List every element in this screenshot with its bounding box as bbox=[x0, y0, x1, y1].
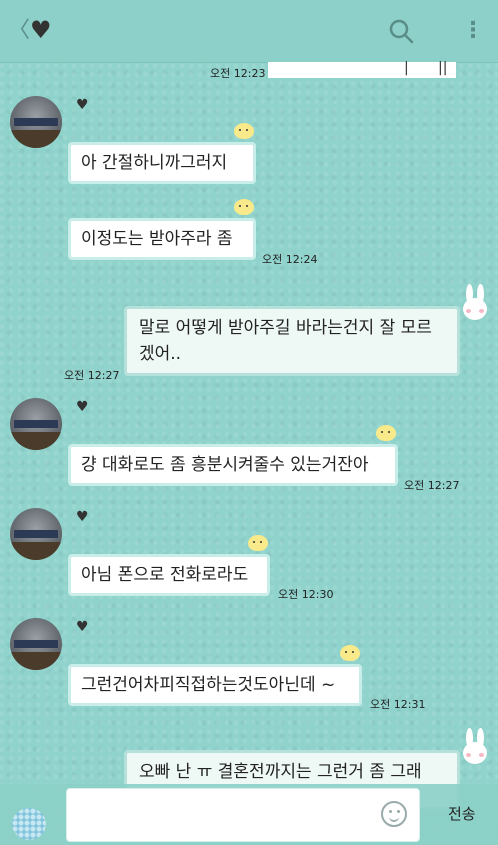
message-text: 말로 어떻게 받아주길 바라는건지 잘 모르겠어.. bbox=[139, 318, 432, 364]
message-text: 아님 폰으로 전화로라도 bbox=[81, 565, 249, 585]
message-time: 오전 12:30 bbox=[278, 588, 334, 601]
chick-sticker-icon bbox=[376, 425, 396, 441]
message-text: 이정도는 받아주라 좀 bbox=[81, 229, 233, 249]
bunny-sticker-icon bbox=[462, 284, 488, 324]
avatar[interactable] bbox=[10, 618, 62, 670]
message-text: 그런건어차피직접하는것도아닌데 ~ bbox=[81, 675, 336, 695]
message-bubble[interactable]: 이정도는 받아주라 좀 bbox=[68, 218, 256, 260]
message-bubble[interactable]: 아님 폰으로 전화로라도 bbox=[68, 554, 270, 596]
avatar[interactable] bbox=[10, 508, 62, 560]
sender-name: ♥ bbox=[76, 509, 89, 525]
chick-sticker-icon bbox=[340, 645, 360, 661]
message-bubble-outgoing[interactable]: 말로 어떻게 받아주길 바라는건지 잘 모르겠어.. bbox=[124, 306, 460, 376]
message-text: 걍 대화로도 좀 흥분시켜줄수 있는거잔아 bbox=[81, 455, 369, 475]
message-time: 오전 12:23 bbox=[210, 67, 266, 80]
sender-name: ♥ bbox=[76, 399, 89, 415]
emoji-icon[interactable] bbox=[381, 801, 407, 827]
message-text: 아 간절하니까그러지 bbox=[81, 153, 228, 173]
send-button[interactable]: 전송 bbox=[448, 803, 476, 824]
message-time: 오전 12:31 bbox=[370, 698, 426, 711]
more-icon[interactable]: ⋮ bbox=[462, 20, 484, 42]
bunny-sticker-icon bbox=[462, 728, 488, 768]
message-bubble[interactable]: 그런건어차피직접하는것도아닌데 ~ bbox=[68, 664, 362, 706]
message-input[interactable] bbox=[66, 788, 420, 842]
chat-title: ♥ bbox=[30, 16, 52, 44]
message-bubble[interactable]: 걍 대화로도 좀 흥분시켜줄수 있는거잔아 bbox=[68, 444, 398, 486]
chick-sticker-icon bbox=[234, 123, 254, 139]
message-bubble[interactable]: 아 간절하니까그러지 bbox=[68, 142, 256, 184]
search-icon[interactable] bbox=[388, 18, 414, 44]
message-time: 오전 12:27 bbox=[64, 369, 120, 382]
avatar[interactable] bbox=[10, 96, 62, 148]
sender-name: ♥ bbox=[76, 97, 89, 113]
message-time: 오전 12:27 bbox=[404, 479, 460, 492]
plus-icon[interactable] bbox=[12, 808, 46, 840]
back-icon[interactable]: 〈 bbox=[8, 20, 30, 42]
chick-sticker-icon bbox=[248, 535, 268, 551]
previous-message-fragment: | || bbox=[268, 60, 456, 78]
chat-header: 〈 ♥ ⋮ bbox=[0, 0, 498, 63]
avatar[interactable] bbox=[10, 398, 62, 450]
sender-name: ♥ bbox=[76, 619, 89, 635]
chick-sticker-icon bbox=[234, 199, 254, 215]
message-text: 오빠 난 ㅠ 결혼전까지는 그런거 좀 그래 bbox=[139, 762, 422, 782]
message-time: 오전 12:24 bbox=[262, 253, 318, 266]
